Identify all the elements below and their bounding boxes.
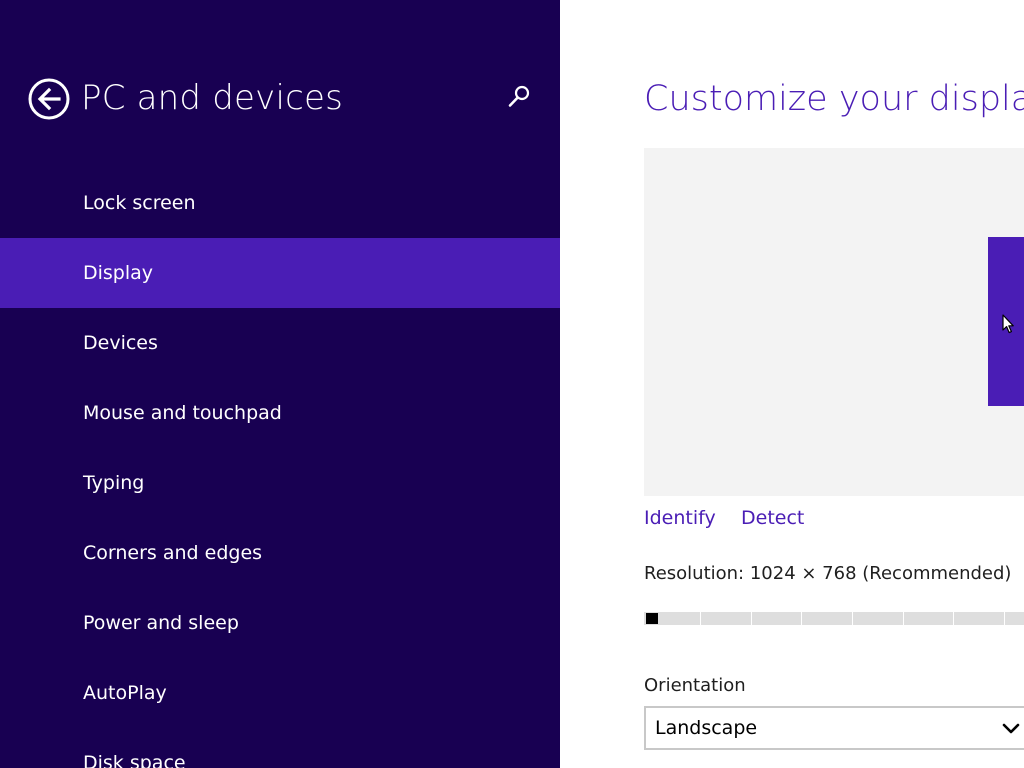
slider-tick <box>801 612 802 625</box>
nav-item-corners-and-edges[interactable]: Corners and edges <box>0 518 560 588</box>
orientation-dropdown[interactable]: Landscape <box>644 706 1024 750</box>
nav-item-lock-screen[interactable]: Lock screen <box>0 168 560 238</box>
resolution-slider-thumb[interactable] <box>646 613 658 624</box>
slider-tick <box>751 612 752 625</box>
orientation-label: Orientation <box>644 675 746 696</box>
settings-nav-pane: PC and devices Lock screen Display Devic… <box>0 0 560 768</box>
display-settings-pane: Customize your display Identify Detect R… <box>560 0 1024 768</box>
nav-item-mouse-and-touchpad[interactable]: Mouse and touchpad <box>0 378 560 448</box>
search-icon[interactable] <box>506 84 532 110</box>
orientation-selected-value: Landscape <box>655 717 758 739</box>
nav-item-typing[interactable]: Typing <box>0 448 560 518</box>
page-title: Customize your display <box>644 79 1024 119</box>
monitor-tile[interactable] <box>988 237 1024 406</box>
identify-link[interactable]: Identify <box>644 504 716 532</box>
slider-tick <box>953 612 954 625</box>
nav-item-devices[interactable]: Devices <box>0 308 560 378</box>
resolution-slider[interactable] <box>644 612 1024 625</box>
nav-title: PC and devices <box>81 78 344 118</box>
back-arrow-circle-icon[interactable] <box>28 78 70 120</box>
slider-tick <box>1004 612 1005 625</box>
display-arrangement-preview <box>644 148 1024 496</box>
chevron-down-icon <box>1002 721 1020 735</box>
nav-list: Lock screen Display Devices Mouse and to… <box>0 168 560 768</box>
slider-tick <box>852 612 853 625</box>
nav-item-autoplay[interactable]: AutoPlay <box>0 658 560 728</box>
slider-tick <box>700 612 701 625</box>
nav-item-disk-space[interactable]: Disk space <box>0 728 560 768</box>
slider-tick <box>903 612 904 625</box>
nav-item-power-and-sleep[interactable]: Power and sleep <box>0 588 560 658</box>
nav-item-display[interactable]: Display <box>0 238 560 308</box>
resolution-label: Resolution: 1024 × 768 (Recommended) <box>644 563 1012 584</box>
detect-link[interactable]: Detect <box>741 504 804 532</box>
